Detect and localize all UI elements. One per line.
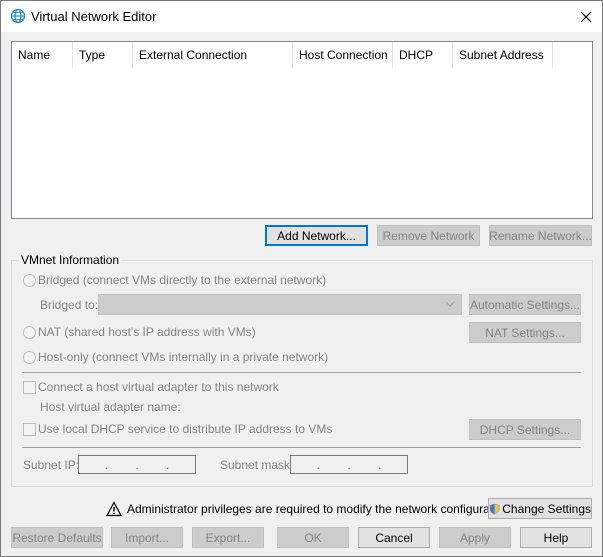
change-settings-button[interactable]: Change Settings	[488, 498, 592, 519]
separator-1	[22, 372, 581, 373]
rename-network-button[interactable]: Rename Network...	[489, 225, 592, 246]
remove-network-button[interactable]: Remove Network	[377, 225, 480, 246]
apply-button[interactable]: Apply	[439, 527, 511, 548]
close-icon	[580, 11, 592, 22]
column-header-subnet-address[interactable]: Subnet Address	[453, 42, 553, 68]
subnet-mask-input[interactable]: . . .	[290, 455, 408, 474]
bridged-label: Bridged (connect VMs directly to the ext…	[38, 273, 327, 287]
bridged-radio[interactable]	[23, 274, 36, 287]
column-header-name[interactable]: Name	[12, 42, 73, 68]
export-button[interactable]: Export...	[192, 527, 264, 548]
connect-adapter-label: Connect a host virtual adapter to this n…	[38, 380, 279, 394]
dhcp-checkbox[interactable]	[23, 423, 36, 436]
restore-defaults-button[interactable]: Restore Defaults	[11, 527, 103, 548]
ok-button[interactable]: OK	[277, 527, 349, 548]
bridged-to-label: Bridged to:	[40, 298, 99, 312]
import-button[interactable]: Import...	[111, 527, 183, 548]
subnet-ip-label: Subnet IP:	[23, 458, 80, 472]
mask-dot-3: .	[377, 457, 382, 472]
nat-radio[interactable]	[23, 326, 36, 339]
host-only-radio[interactable]	[23, 351, 36, 364]
column-header-type[interactable]: Type	[73, 42, 133, 68]
chevron-down-icon	[445, 301, 455, 307]
dhcp-settings-button[interactable]: DHCP Settings...	[469, 419, 581, 440]
column-header-dhcp[interactable]: DHCP	[393, 42, 453, 68]
adapter-name-label: Host virtual adapter name:	[40, 400, 181, 414]
ip-dot-3: .	[165, 457, 170, 472]
connect-adapter-checkbox[interactable]	[23, 381, 36, 394]
change-settings-label: Change Settings	[502, 501, 591, 516]
dhcp-label: Use local DHCP service to distribute IP …	[38, 422, 333, 436]
title-bar: Virtual Network Editor	[1, 1, 602, 32]
uac-shield-icon	[489, 503, 500, 514]
network-list[interactable]: Name Type External Connection Host Conne…	[11, 41, 593, 219]
add-network-button[interactable]: Add Network...	[265, 225, 368, 246]
window-title: Virtual Network Editor	[31, 9, 157, 24]
bridged-to-select[interactable]	[98, 294, 462, 315]
network-list-header: Name Type External Connection Host Conne…	[12, 42, 592, 68]
subnet-mask-label: Subnet mask:	[220, 458, 294, 472]
warning-icon	[106, 501, 122, 517]
subnet-ip-input[interactable]: . . .	[78, 455, 196, 474]
automatic-settings-button[interactable]: Automatic Settings...	[469, 294, 581, 315]
cancel-button[interactable]: Cancel	[358, 527, 430, 548]
ip-dot-1: .	[104, 457, 108, 472]
separator-2	[22, 447, 581, 448]
close-button[interactable]	[570, 1, 602, 32]
vmnet-information-label: VMnet Information	[19, 253, 122, 267]
nat-settings-button[interactable]: NAT Settings...	[469, 322, 581, 343]
mask-dot-1: .	[316, 457, 320, 472]
ip-dot-2: .	[135, 457, 139, 472]
host-only-label: Host-only (connect VMs internally in a p…	[38, 350, 329, 364]
mask-dot-2: .	[347, 457, 351, 472]
virtual-network-editor-window: Virtual Network Editor Name Type Externa…	[0, 0, 603, 557]
admin-warning-text: Administrator privileges are required to…	[127, 502, 513, 516]
nat-label: NAT (shared host's IP address with VMs)	[38, 325, 256, 339]
help-button[interactable]: Help	[520, 527, 592, 548]
column-header-external-connection[interactable]: External Connection	[133, 42, 293, 68]
globe-icon	[10, 8, 26, 24]
column-header-host-connection[interactable]: Host Connection	[293, 42, 393, 68]
